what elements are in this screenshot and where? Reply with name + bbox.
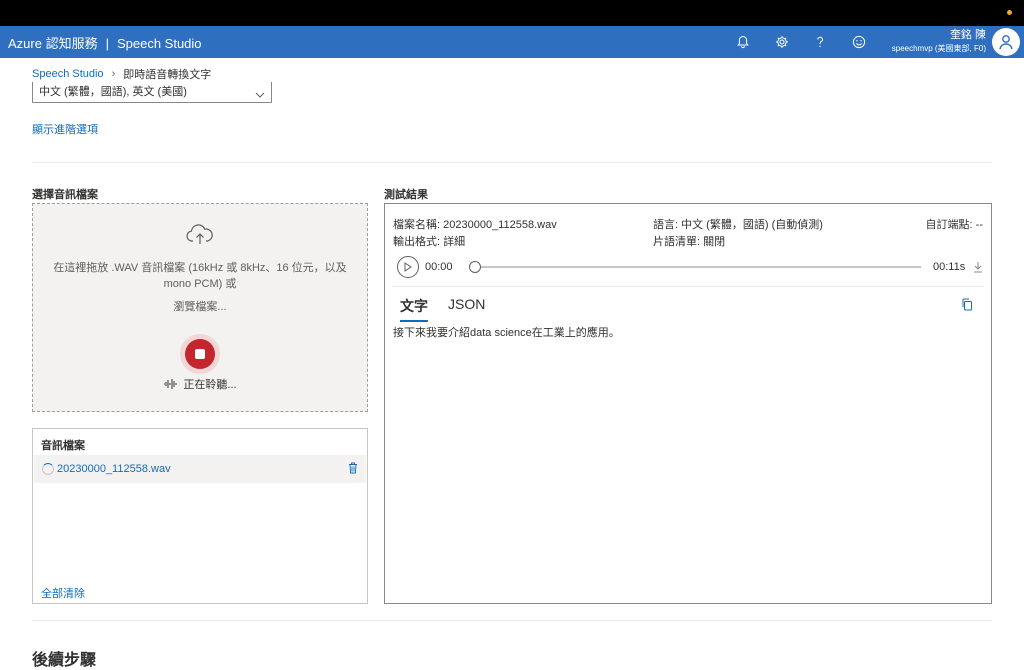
tab-text[interactable]: 文字: [400, 296, 428, 322]
chevron-down-icon: [255, 85, 265, 102]
language-select[interactable]: 中文 (繁體，國語), 英文 (美國): [32, 82, 272, 103]
help-icon[interactable]: [801, 26, 840, 58]
play-icon: [404, 262, 412, 272]
list-item[interactable]: 20230000_112558.wav: [34, 455, 366, 483]
loading-spinner-icon: [42, 463, 54, 475]
system-top-strip: [0, 0, 1024, 26]
output-format-label: 輸出格式:: [393, 236, 441, 248]
status-dot: [1007, 10, 1012, 15]
file-name-value: 20230000_112558.wav: [443, 219, 557, 231]
user-name: 奎銘 陳: [949, 29, 986, 41]
avatar[interactable]: [992, 28, 1020, 56]
upload-section-label: 選擇音訊檔案: [32, 189, 98, 201]
divider: [393, 286, 983, 287]
divider: [32, 162, 992, 163]
endpoint-meta: 自訂端點: --: [926, 216, 983, 232]
listening-text: 正在聆聽...: [183, 379, 237, 391]
seek-slider-thumb[interactable]: [469, 261, 481, 273]
audio-player: 00:00 00:11s: [397, 256, 983, 278]
brand[interactable]: Azure 認知服務 | Speech Studio: [8, 33, 202, 52]
breadcrumb-current: 即時語音轉換文字: [123, 69, 212, 81]
stop-icon: [195, 349, 205, 359]
duration: 00:11s: [933, 261, 966, 273]
transcript-text: 接下來我要介紹data science在工業上的應用。: [393, 327, 620, 339]
app-header: Azure 認知服務 | Speech Studio 奎銘 陳 speechmvp …: [0, 26, 1024, 58]
browse-files-link[interactable]: 瀏覽檔案...: [33, 298, 367, 314]
audio-files-header: 音訊檔案: [41, 440, 85, 452]
next-steps-heading: 後續步驟: [32, 652, 97, 669]
file-name[interactable]: 20230000_112558.wav: [57, 463, 171, 475]
bell-icon[interactable]: [724, 26, 763, 58]
divider: [32, 620, 992, 621]
person-icon: [999, 35, 1013, 50]
listening-status: 正在聆聽...: [33, 376, 367, 392]
current-time: 00:00: [425, 261, 453, 273]
copy-icon[interactable]: [961, 298, 973, 316]
play-button[interactable]: [397, 256, 419, 278]
language-label: 語言:: [653, 219, 679, 231]
output-format-value: 詳細: [443, 236, 466, 248]
phrase-list-meta: 片語清單: 關閉: [653, 233, 725, 249]
file-name-label: 檔案名稱:: [393, 219, 441, 231]
smiley-icon[interactable]: [840, 26, 879, 58]
tab-json[interactable]: JSON: [448, 296, 485, 316]
clear-all-button[interactable]: 全部清除: [41, 585, 85, 601]
endpoint-label: 自訂端點:: [925, 219, 973, 231]
user-info[interactable]: 奎銘 陳 speechmvp (美國東部, F0): [892, 28, 986, 56]
drop-instructions: 在這裡拖放 .WAV 音訊檔案 (16kHz 或 8kHz、16 位元，以及 m…: [53, 262, 347, 290]
stop-recording-circle: [185, 339, 215, 369]
gear-icon[interactable]: [763, 26, 802, 58]
stop-recording-button[interactable]: [180, 334, 220, 374]
cloud-upload-icon: [185, 224, 215, 251]
breadcrumb: Speech Studio › 即時語音轉換文字: [32, 66, 211, 82]
output-format-meta: 輸出格式: 詳細: [393, 233, 465, 249]
chevron-right-icon: ›: [111, 68, 116, 80]
file-name-meta: 檔案名稱: 20230000_112558.wav: [393, 216, 557, 232]
phrase-list-label: 片語清單:: [653, 236, 701, 248]
trash-icon[interactable]: [348, 461, 358, 479]
brand-separator: |: [105, 35, 109, 51]
language-select-value: 中文 (繁體，國語), 英文 (美國): [39, 86, 187, 98]
download-icon[interactable]: [973, 260, 983, 278]
seek-track[interactable]: [473, 266, 921, 268]
breadcrumb-root[interactable]: Speech Studio: [32, 68, 104, 80]
language-meta: 語言: 中文 (繁體，國語) (自動偵測): [653, 216, 823, 232]
brand-name: Azure 認知服務: [8, 35, 98, 51]
audio-files-panel: 音訊檔案 20230000_112558.wav 全部清除: [32, 428, 368, 604]
results-section-label: 測試結果: [384, 189, 428, 201]
endpoint-value: --: [975, 219, 983, 231]
test-results-panel: 檔案名稱: 20230000_112558.wav 語言: 中文 (繁體，國語)…: [384, 203, 992, 604]
header-icons: [724, 26, 878, 58]
show-advanced-options-link[interactable]: 顯示進階選項: [32, 121, 98, 137]
audio-drop-zone[interactable]: 在這裡拖放 .WAV 音訊檔案 (16kHz 或 8kHz、16 位元，以及 m…: [32, 203, 368, 412]
language-value: 中文 (繁體，國語) (自動偵測): [681, 219, 823, 231]
phrase-list-value: 關閉: [703, 236, 726, 248]
waveform-icon: [164, 379, 177, 389]
product-name: Speech Studio: [116, 35, 202, 51]
user-subscription: speechmvp (美國東部, F0): [891, 44, 986, 53]
